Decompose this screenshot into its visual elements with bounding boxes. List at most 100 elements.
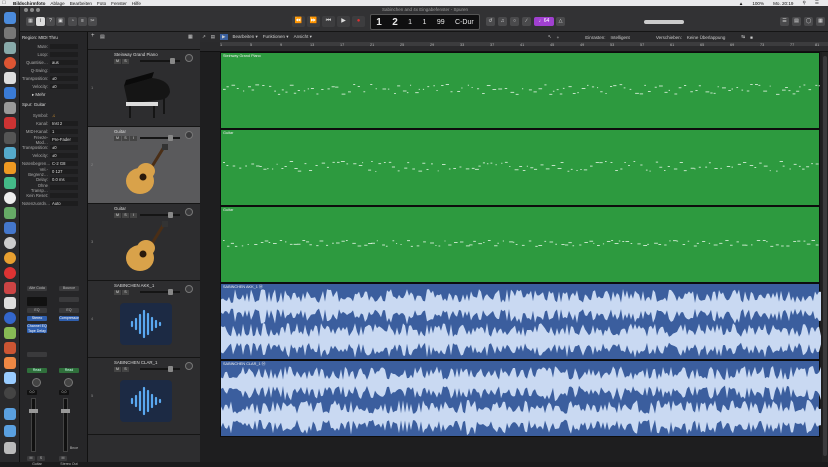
mute-button[interactable]: M xyxy=(114,290,121,295)
finder-icon[interactable] xyxy=(4,12,16,24)
mute-button[interactable]: M xyxy=(114,59,121,64)
app-icon[interactable] xyxy=(4,237,16,249)
menu-edit[interactable]: Bearbeiten ▾ xyxy=(233,34,258,40)
track-header[interactable]: 1 Steinway Grand Piano MS xyxy=(88,50,200,127)
metronome-icon[interactable]: △ xyxy=(556,17,565,26)
mixer-icon[interactable]: ≡ xyxy=(78,17,87,26)
inspector-row[interactable]: Vel.-Begrenz… 0 127 xyxy=(22,167,78,177)
pointer-tool-icon[interactable]: ↗ xyxy=(202,34,206,40)
volume-slider[interactable] xyxy=(140,58,180,64)
record-icon[interactable]: ● xyxy=(352,16,365,27)
menu-functions[interactable]: Funktionen ▾ xyxy=(263,34,289,40)
menu-item[interactable]: Ablage xyxy=(50,1,64,6)
trash-icon[interactable] xyxy=(4,442,16,454)
inspector-row[interactable]: Notenzuordn… Auto xyxy=(22,200,78,207)
list-editors-icon[interactable]: ☰ xyxy=(780,17,789,26)
minimize-button[interactable] xyxy=(30,8,34,12)
pan-knob[interactable] xyxy=(185,285,193,293)
track-header[interactable]: 5 SABINCHEN CLAR_1 MS xyxy=(88,358,200,435)
pan-knob[interactable] xyxy=(185,362,193,370)
midi-region[interactable]: Guitar xyxy=(220,129,820,206)
app-icon[interactable] xyxy=(4,387,16,399)
track-header-selected[interactable]: 2 Guitar MSI xyxy=(88,127,200,204)
solo-button[interactable]: S xyxy=(122,136,129,141)
tuner-icon[interactable]: ♫ xyxy=(498,17,507,26)
app-icon[interactable] xyxy=(4,357,16,369)
global-tracks-icon[interactable]: ▦ xyxy=(188,34,193,40)
solo-button[interactable]: S xyxy=(122,290,129,295)
launchpad-icon[interactable] xyxy=(4,27,16,39)
solo-button[interactable]: S xyxy=(37,456,45,461)
zoom-icon[interactable]: ■ xyxy=(750,35,753,40)
volume-slider[interactable] xyxy=(140,212,180,218)
inspector-row[interactable]: Quantisie… aus xyxy=(22,59,78,66)
app-icon[interactable] xyxy=(4,207,16,219)
menu-item[interactable]: Bearbeiten xyxy=(70,1,92,6)
volume-fader[interactable] xyxy=(29,398,38,452)
instrument-slot[interactable]: Stereo xyxy=(27,316,47,321)
solo-button[interactable]: S xyxy=(122,367,129,372)
lcd-display[interactable]: 1 2 1 1 99 C-Dur xyxy=(370,14,480,30)
inspector-row[interactable]: Velocity: ±0 xyxy=(22,83,78,90)
count-in-icon[interactable]: ∕ xyxy=(522,17,531,26)
volume-fader[interactable] xyxy=(61,398,70,452)
pan-knob[interactable] xyxy=(185,208,193,216)
app-icon[interactable] xyxy=(4,267,16,279)
catch-icon[interactable]: ↹ xyxy=(741,34,745,40)
automation-mode[interactable]: Read xyxy=(59,368,79,373)
app-icon[interactable] xyxy=(4,252,16,264)
loop-browser-icon[interactable]: ◯ xyxy=(804,17,813,26)
info-icon[interactable]: i xyxy=(36,17,45,26)
logic-icon[interactable] xyxy=(4,192,16,204)
browsers-icon[interactable]: ▦ xyxy=(816,17,825,26)
replace-icon[interactable]: ↺ xyxy=(486,17,495,26)
app-icon[interactable] xyxy=(4,162,16,174)
track-header[interactable]: 3 Guitar MSI xyxy=(88,204,200,281)
track-inspector-header[interactable]: Spur: Guitar xyxy=(22,102,46,107)
sends-slot[interactable] xyxy=(27,352,47,357)
forward-icon[interactable]: ⏩ xyxy=(307,16,320,27)
snap-select[interactable]: Intelligent xyxy=(611,35,630,40)
tool-menu-icon[interactable]: ↖ xyxy=(548,34,552,40)
close-button[interactable] xyxy=(24,8,28,12)
inspector-row[interactable]: Symbol: ♫ xyxy=(22,112,78,119)
setting-slot[interactable]: Alte Coda xyxy=(27,286,47,291)
midi-region[interactable]: Guitar xyxy=(220,206,820,283)
battery-label[interactable]: 100% xyxy=(752,1,764,6)
folder-icon[interactable] xyxy=(4,425,16,437)
eq-slot[interactable]: EQ xyxy=(59,308,79,313)
inspector-row[interactable]: Transposition: ±0 xyxy=(22,144,78,151)
audio-region[interactable]: SABINCHEN AKK_1 Ⓜ xyxy=(220,283,821,360)
wifi-icon[interactable]: ▲ xyxy=(739,1,744,6)
app-icon[interactable] xyxy=(4,132,16,144)
bounce-label[interactable]: Bnce xyxy=(69,446,79,451)
mute-button[interactable]: M xyxy=(114,136,121,141)
ruler[interactable]: 1 5 9 13 17 21 25 29 33 37 41 45 49 53 5… xyxy=(200,42,828,52)
eq-slot[interactable]: EQ xyxy=(27,308,47,313)
help-icon[interactable]: ? xyxy=(46,17,55,26)
region-inspector-header[interactable]: Region: MIDI Thru xyxy=(22,35,58,40)
pan-knob[interactable] xyxy=(64,378,73,387)
app-icon[interactable] xyxy=(4,342,16,354)
record-enable-button[interactable]: I xyxy=(130,213,137,218)
solo-icon[interactable]: ○ xyxy=(510,17,519,26)
menu-item[interactable]: Fenster xyxy=(111,1,127,6)
eq-thumbnail[interactable] xyxy=(27,297,47,306)
vertical-scrollbar[interactable] xyxy=(822,52,828,462)
pan-knob[interactable] xyxy=(185,54,193,62)
pan-knob[interactable] xyxy=(32,378,41,387)
drag-select[interactable]: Keine Überlappung xyxy=(687,35,726,40)
library-icon[interactable]: ▦ xyxy=(26,17,35,26)
setting-slot[interactable]: Bounce xyxy=(59,286,79,291)
app-icon[interactable] xyxy=(4,282,16,294)
tool-menu-icon[interactable]: + xyxy=(557,35,560,40)
app-icon[interactable] xyxy=(4,102,16,114)
play-icon[interactable]: ▶ xyxy=(337,16,350,27)
cpu-badge[interactable]: ♩64 xyxy=(534,17,554,26)
audio-fx-slot[interactable]: Compressor xyxy=(59,316,79,321)
note-pad-icon[interactable]: ▤ xyxy=(792,17,801,26)
folder-icon[interactable] xyxy=(4,408,16,420)
app-icon[interactable] xyxy=(4,327,16,339)
app-icon[interactable] xyxy=(4,312,16,324)
menu-view[interactable]: Ansicht ▾ xyxy=(294,34,312,40)
